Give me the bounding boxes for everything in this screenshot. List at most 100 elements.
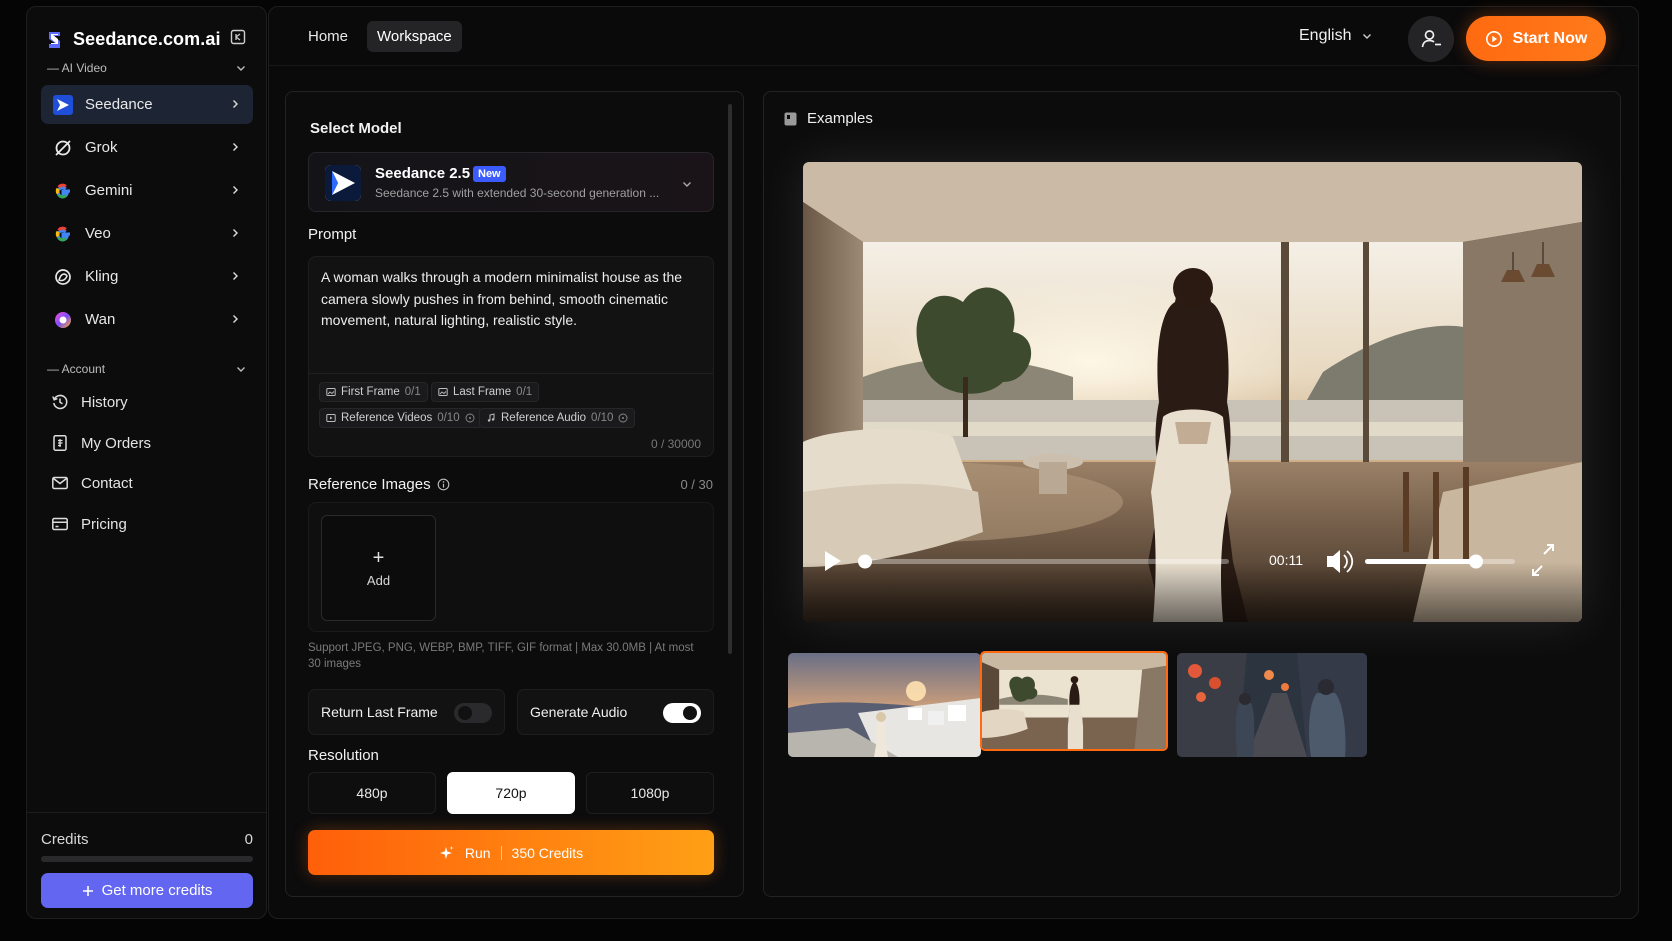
sidebar-item-label: History	[81, 393, 128, 411]
volume-icon[interactable]	[1327, 550, 1354, 573]
generate-audio-toggle[interactable]: Generate Audio	[517, 689, 714, 735]
reference-images-dropzone[interactable]: + Add	[308, 502, 714, 632]
example-thumbnail-2[interactable]	[980, 651, 1168, 751]
chip-label: Last Frame	[453, 386, 512, 398]
sidebar-item-wan[interactable]: Wan	[41, 300, 253, 339]
brand[interactable]: Seedance.com.ai	[47, 29, 221, 50]
tab-home[interactable]: Home	[298, 21, 358, 52]
ai-video-section-header[interactable]: — AI Video	[47, 61, 247, 75]
bookmark-icon	[784, 112, 797, 126]
chip-label: First Frame	[341, 386, 400, 398]
model-select-dropdown[interactable]: Seedance 2.5 New Seedance 2.5 with exten…	[308, 152, 714, 212]
chevron-down-icon	[235, 62, 247, 74]
run-label: Run	[464, 844, 491, 861]
sidebar-item-history[interactable]: History	[51, 389, 251, 415]
language-selector[interactable]: English	[1299, 27, 1373, 45]
video-progress-track[interactable]	[863, 559, 1229, 564]
reference-images-count: 0 / 30	[680, 477, 713, 492]
sidebar-item-label: Veo	[85, 225, 111, 242]
add-image-button[interactable]: + Add	[321, 515, 436, 621]
reference-images-label: Reference Images	[308, 476, 431, 493]
chevron-right-icon	[229, 313, 241, 325]
volume-fill	[1365, 559, 1476, 564]
info-icon[interactable]	[618, 413, 628, 423]
prompt-input[interactable]: A woman walks through a modern minimalis…	[308, 256, 714, 457]
user-account-button[interactable]	[1408, 16, 1454, 62]
get-more-credits-button[interactable]: Get more credits	[41, 873, 253, 908]
resolution-1080p-button[interactable]: 1080p	[586, 772, 714, 814]
chevron-right-icon	[229, 98, 241, 110]
sidebar-item-label: Seedance	[85, 96, 153, 113]
account-section-header[interactable]: — Account	[47, 362, 247, 376]
chip-count: 0/1	[516, 386, 533, 398]
video-progress-handle[interactable]	[858, 554, 872, 569]
info-icon[interactable]	[437, 478, 450, 491]
model-name: Seedance 2.5	[375, 165, 471, 182]
start-now-button[interactable]: Start Now	[1466, 16, 1606, 61]
get-more-credits-label: Get more credits	[101, 882, 213, 899]
sidebar-item-seedance[interactable]: Seedance	[41, 85, 253, 124]
topbar-divider	[269, 65, 1638, 66]
run-button[interactable]: Run 350 Credits	[308, 830, 714, 875]
sidebar-item-my-orders[interactable]: My Orders	[51, 430, 251, 456]
last-frame-chip[interactable]: Last Frame 0/1	[431, 382, 540, 402]
credits-label: Credits	[41, 831, 89, 848]
sidebar-item-pricing[interactable]: Pricing	[51, 511, 251, 537]
sidebar-item-label: Grok	[85, 139, 118, 156]
example-video-player[interactable]: 00:11	[803, 162, 1582, 622]
sidebar-item-label: Kling	[85, 268, 119, 285]
add-label: Add	[366, 572, 391, 588]
play-icon[interactable]	[825, 551, 841, 571]
sidebar-item-contact[interactable]: Contact	[51, 470, 251, 496]
example-thumbnail-1[interactable]	[788, 653, 981, 757]
info-icon[interactable]	[465, 413, 475, 423]
reference-videos-chip[interactable]: Reference Videos 0/10	[319, 408, 482, 428]
panel-scrollbar[interactable]	[728, 104, 732, 654]
reference-audio-chip[interactable]: Reference Audio 0/10	[479, 408, 636, 428]
return-last-frame-label: Return Last Frame	[321, 704, 438, 720]
chip-count: 0/1	[404, 386, 421, 398]
run-divider	[500, 845, 502, 860]
return-last-frame-switch[interactable]	[454, 703, 492, 723]
examples-header: Examples	[784, 110, 873, 127]
start-now-label: Start Now	[1512, 29, 1588, 47]
chevron-right-icon	[229, 270, 241, 282]
resolution-720p-button[interactable]: 720p	[447, 772, 575, 814]
chip-count: 0/10	[591, 412, 614, 424]
sidebar-item-kling[interactable]: Kling	[41, 257, 253, 296]
first-frame-chip[interactable]: First Frame 0/1	[319, 382, 428, 402]
play-circle-icon	[1485, 30, 1503, 48]
chevron-right-icon	[229, 227, 241, 239]
image-icon	[326, 387, 336, 397]
fullscreen-icon[interactable]	[1532, 544, 1554, 576]
return-last-frame-toggle[interactable]: Return Last Frame	[308, 689, 505, 735]
prompt-char-count: 0 / 30000	[650, 437, 701, 451]
sidebar-item-gemini[interactable]: Gemini	[41, 171, 253, 210]
model-description: Seedance 2.5 with extended 30-second gen…	[375, 186, 660, 200]
chevron-right-icon	[229, 141, 241, 153]
credits-value: 0	[244, 831, 253, 848]
collapse-sidebar-icon[interactable]	[230, 29, 246, 45]
thumbnail-image	[1177, 653, 1367, 757]
generate-audio-switch[interactable]	[663, 703, 701, 723]
video-icon	[326, 413, 336, 423]
sidebar-item-label: My Orders	[81, 434, 152, 452]
sidebar-item-label: Pricing	[81, 515, 127, 533]
volume-handle[interactable]	[1469, 554, 1483, 569]
sidebar-item-grok[interactable]: Grok	[41, 128, 253, 167]
examples-title: Examples	[807, 110, 873, 127]
sidebar-item-veo[interactable]: Veo	[41, 214, 253, 253]
history-icon	[51, 393, 69, 411]
chevron-down-icon	[681, 178, 693, 190]
generation-form-panel: Select Model Seedance 2.5 New Seedance 2…	[285, 91, 744, 897]
run-cost: 350 Credits	[511, 844, 584, 861]
example-thumbnail-3[interactable]	[1177, 653, 1367, 757]
credits-row: Credits 0	[41, 831, 253, 848]
sidebar-divider	[27, 812, 266, 813]
resolution-480p-button[interactable]: 480p	[308, 772, 436, 814]
kling-icon	[53, 267, 73, 287]
sparkle-icon	[439, 845, 455, 861]
chevron-right-icon	[229, 184, 241, 196]
tab-workspace[interactable]: Workspace	[367, 21, 462, 52]
plus-icon: +	[372, 546, 385, 569]
